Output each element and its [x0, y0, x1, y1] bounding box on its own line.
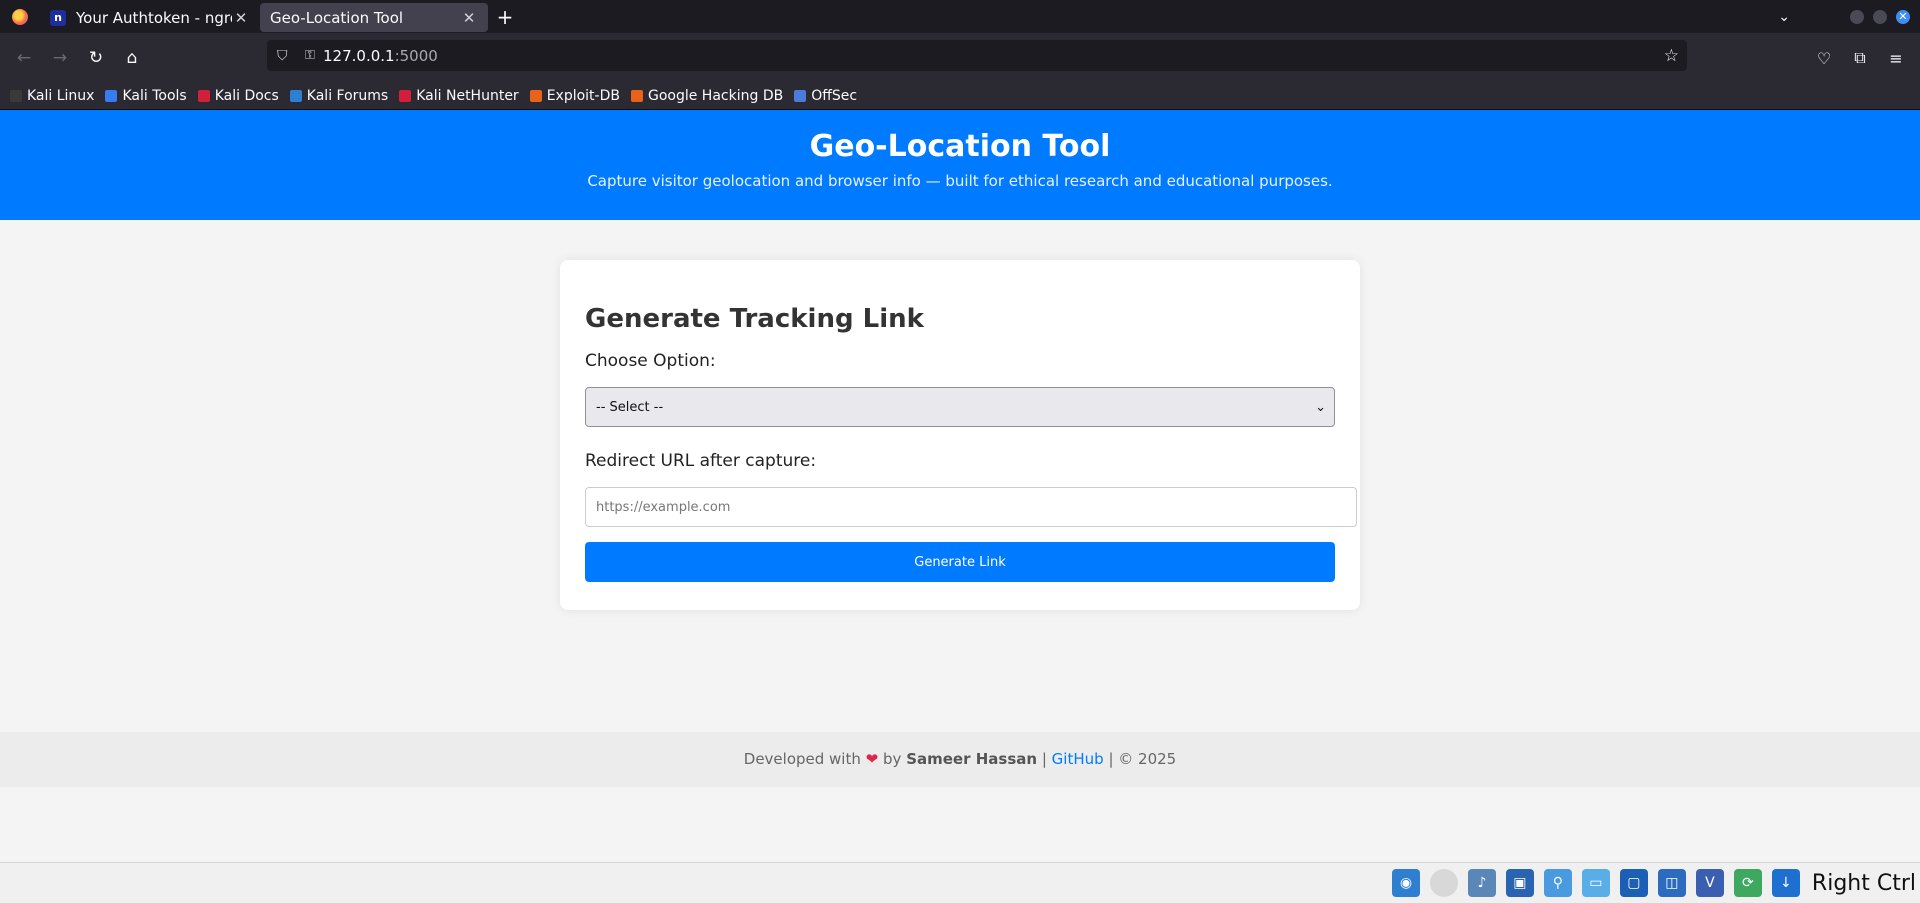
- usb-icon[interactable]: ⚲: [1543, 869, 1572, 897]
- new-tab-button[interactable]: +: [488, 5, 522, 29]
- bookmark-star-icon[interactable]: ☆: [1664, 46, 1679, 66]
- bookmark-label: Kali NetHunter: [416, 88, 519, 104]
- option-label: Choose Option:: [585, 351, 716, 371]
- extensions-icon[interactable]: ⧉: [1842, 48, 1878, 68]
- keyboard-capture-icon[interactable]: ↓: [1771, 869, 1800, 897]
- pocket-icon[interactable]: ♡: [1806, 49, 1842, 68]
- card-heading: Generate Tracking Link: [585, 304, 924, 334]
- maximize-window-icon[interactable]: [1873, 9, 1887, 24]
- bookmark-favicon-icon: [197, 90, 210, 102]
- bookmark-favicon-icon: [630, 90, 643, 102]
- bookmark-label: Kali Tools: [122, 88, 187, 104]
- footer-separator: |: [1041, 750, 1047, 768]
- tab-title: Your Authtoken - ngrok: [76, 8, 232, 27]
- optical-drive-icon[interactable]: [1429, 869, 1458, 897]
- bookmark-favicon-icon: [289, 90, 302, 102]
- url-port: :5000: [394, 46, 438, 65]
- mouse-integration-icon[interactable]: ⟳: [1733, 869, 1762, 897]
- bookmark-item[interactable]: OffSec: [794, 88, 857, 104]
- bookmark-favicon-icon: [399, 90, 412, 102]
- firefox-menu-icon[interactable]: [0, 0, 40, 33]
- close-tab-icon[interactable]: ✕: [460, 9, 478, 27]
- generate-link-button[interactable]: Generate Link: [585, 542, 1335, 582]
- github-link[interactable]: GitHub: [1052, 750, 1104, 768]
- tracking-protection-icon[interactable]: ⛉: [277, 48, 297, 64]
- shared-folders-icon[interactable]: ▭: [1581, 869, 1610, 897]
- bookmark-item[interactable]: Kali Docs: [197, 88, 279, 104]
- bookmark-item[interactable]: Exploit-DB: [529, 88, 620, 104]
- audio-icon[interactable]: ♪: [1467, 869, 1496, 897]
- bookmark-favicon-icon: [10, 90, 22, 102]
- close-tab-icon[interactable]: ✕: [232, 9, 250, 27]
- app-menu-icon[interactable]: ≡: [1878, 49, 1914, 68]
- bookmark-label: OffSec: [811, 88, 858, 104]
- navigation-toolbar: ← → ↻ ⌂ ⛉ ⚿ 127.0.0.1:5000 ☆ ♡ ⧉ ≡: [0, 33, 1920, 83]
- page-subtitle: Capture visitor geolocation and browser …: [587, 172, 1333, 190]
- tab-strip: n Your Authtoken - ngrok ✕ Geo-Location …: [0, 0, 1920, 33]
- bookmark-favicon-icon: [529, 90, 542, 102]
- tab-title: Geo-Location Tool: [270, 8, 404, 27]
- display-icon[interactable]: ▢: [1619, 869, 1648, 897]
- footer-author: Sameer Hassan: [906, 750, 1038, 768]
- bookmark-label: Kali Docs: [214, 88, 279, 104]
- option-select[interactable]: -- Select -- ⌄: [585, 387, 1335, 427]
- home-icon[interactable]: ⌂: [114, 48, 150, 68]
- back-icon[interactable]: ←: [6, 48, 42, 68]
- url-host: 127.0.0.1: [323, 46, 395, 65]
- close-window-icon[interactable]: ✕: [1896, 9, 1910, 24]
- bookmark-item[interactable]: Kali Linux: [10, 88, 94, 104]
- minimize-window-icon[interactable]: [1850, 9, 1864, 24]
- footer-separator: |: [1108, 750, 1114, 768]
- forward-icon[interactable]: →: [42, 48, 78, 68]
- ngrok-favicon-icon: n: [50, 9, 66, 26]
- network-icon[interactable]: ▣: [1505, 869, 1534, 897]
- footer-prefix: Developed with: [743, 750, 861, 768]
- bookmark-label: Exploit-DB: [546, 88, 620, 104]
- page-footer: Developed with ❤ by Sameer Hassan | GitH…: [0, 732, 1920, 787]
- video-capture-icon[interactable]: ◫: [1657, 869, 1686, 897]
- cpu-icon[interactable]: V: [1695, 869, 1724, 897]
- bookmark-label: Kali Linux: [27, 88, 95, 104]
- bookmark-label: Kali Forums: [306, 88, 389, 104]
- tab-ngrok[interactable]: n Your Authtoken - ngrok ✕: [40, 3, 260, 32]
- bookmark-item[interactable]: Kali NetHunter: [399, 88, 519, 104]
- bookmark-item[interactable]: Kali Tools: [105, 88, 187, 104]
- heart-icon: ❤: [865, 750, 879, 768]
- chevron-down-icon: ⌄: [1315, 399, 1326, 415]
- footer-by: by: [883, 750, 902, 768]
- bookmark-item[interactable]: Google Hacking DB: [630, 88, 784, 104]
- bookmark-item[interactable]: Kali Forums: [289, 88, 389, 104]
- tab-geo-location[interactable]: Geo-Location Tool ✕: [260, 3, 488, 32]
- list-all-tabs-icon[interactable]: ⌄: [1778, 9, 1790, 25]
- page-title: Geo-Location Tool: [809, 129, 1111, 164]
- host-key-label: Right Ctrl: [1811, 870, 1916, 896]
- hard-disk-icon[interactable]: ◉: [1391, 869, 1420, 897]
- bookmark-favicon-icon: [105, 90, 118, 102]
- page-info-icon[interactable]: ⚿: [297, 48, 323, 63]
- tracking-link-card: Generate Tracking Link Choose Option: --…: [560, 260, 1360, 610]
- bookmark-favicon-icon: [794, 90, 807, 102]
- reload-icon[interactable]: ↻: [78, 48, 114, 68]
- footer-copyright: © 2025: [1118, 750, 1177, 768]
- virtualbox-status-bar: ◉ ♪ ▣ ⚲ ▭ ▢ ◫ V ⟳ ↓ Right Ctrl: [0, 862, 1920, 903]
- page-header: Geo-Location Tool Capture visitor geoloc…: [0, 110, 1920, 220]
- option-selected-value: -- Select --: [596, 399, 664, 415]
- bookmarks-toolbar: Kali Linux Kali Tools Kali Docs Kali Forums…: [0, 83, 1920, 110]
- address-bar[interactable]: ⛉ ⚿ 127.0.0.1:5000 ☆: [267, 40, 1687, 71]
- redirect-url-input[interactable]: [585, 487, 1357, 527]
- bookmark-label: Google Hacking DB: [647, 88, 784, 104]
- redirect-label: Redirect URL after capture:: [585, 451, 817, 471]
